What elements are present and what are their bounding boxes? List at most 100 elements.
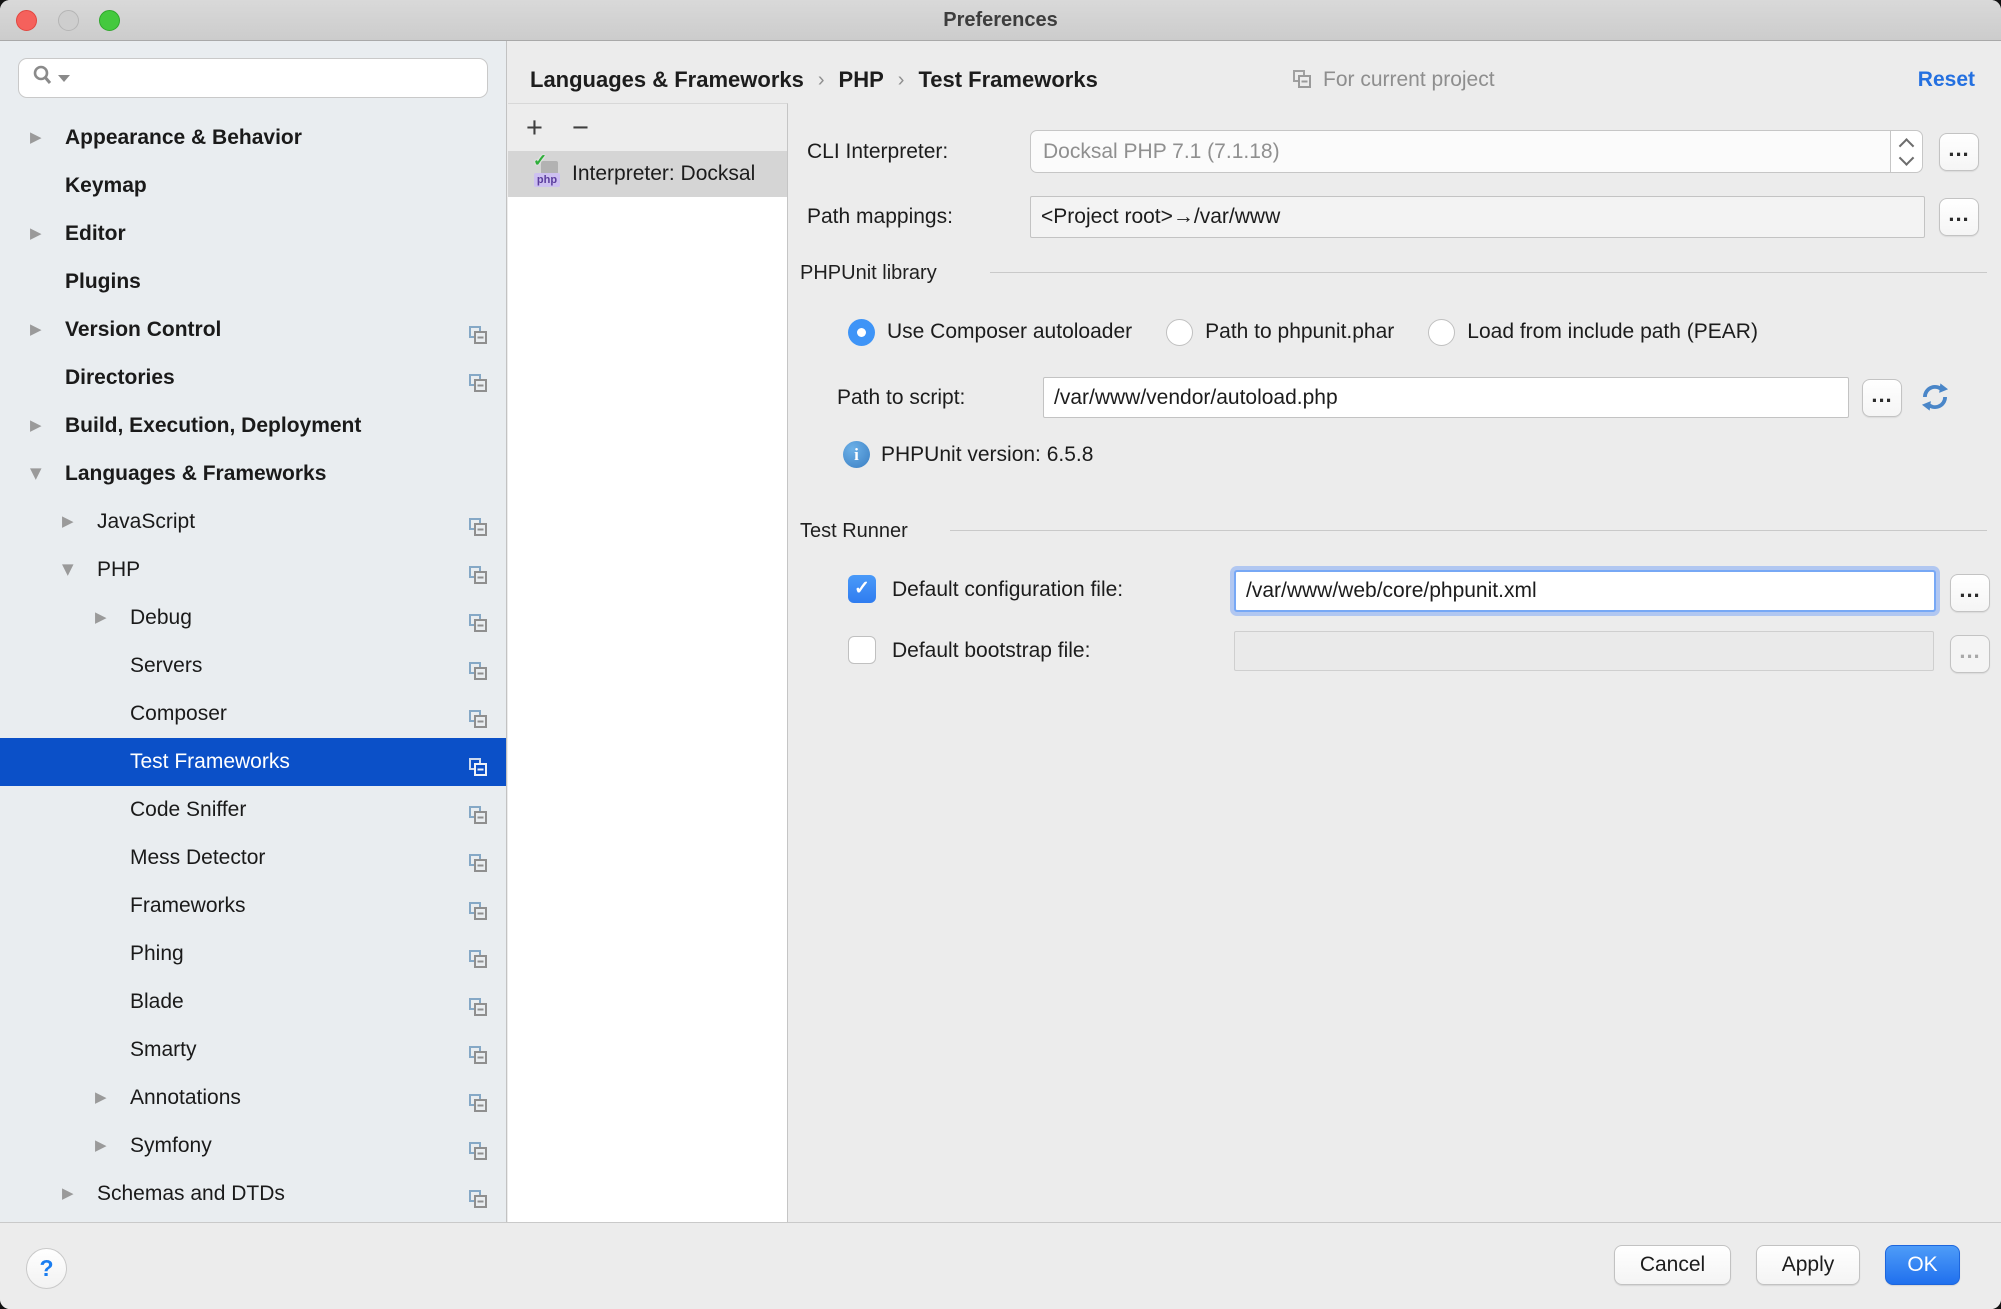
expand-chevron-icon[interactable]: ▶ [30,210,42,258]
help-button[interactable]: ? [26,1248,67,1289]
reset-link[interactable]: Reset [1918,58,1975,102]
sidebar-item-appearance-behavior[interactable]: ▶Appearance & Behavior [0,114,507,162]
expand-chevron-icon[interactable]: ▶ [95,1122,107,1170]
default-bootstrap-file-checkbox[interactable] [848,636,876,664]
expand-chevron-icon[interactable]: ▶ [95,1074,107,1122]
breadcrumb-item-test-frameworks[interactable]: Test Frameworks [918,67,1097,93]
sidebar-item-smarty[interactable]: Smarty [0,1026,507,1074]
radio-option-path-to-phpunit-phar[interactable]: Path to phpunit.phar [1166,319,1394,346]
sidebar-item-label: Debug [130,594,192,642]
scope-indicator: For current project [1290,58,1495,102]
breadcrumb-item-php[interactable]: PHP [839,67,884,93]
default-configuration-file-browse-button[interactable]: ... [1950,574,1990,612]
sidebar-item-label: Build, Execution, Deployment [65,402,361,450]
breadcrumb-separator: › [818,69,825,92]
sidebar-item-phing[interactable]: Phing [0,930,507,978]
search-filter-chevron-icon[interactable] [58,75,70,82]
php-interpreter-icon: ✓ php [534,159,562,189]
expand-chevron-icon[interactable]: ▶ [30,402,42,450]
radio-option-use-composer-autoloader[interactable]: Use Composer autoloader [848,319,1132,346]
remove-interpreter-button[interactable]: − [572,108,618,148]
sidebar-item-debug[interactable]: ▶ Debug [0,594,507,642]
search-icon [31,64,55,93]
expand-chevron-icon[interactable]: ▶ [62,1170,74,1218]
sidebar-item-frameworks[interactable]: Frameworks [0,882,507,930]
sidebar-item-php[interactable]: ▼ PHP [0,546,507,594]
window-title: Preferences [0,0,2001,40]
cli-interpreter-label: CLI Interpreter: [807,130,948,173]
phpunit-version-text: PHPUnit version: 6.5.8 [881,441,1093,469]
expand-chevron-icon[interactable]: ▶ [30,306,42,354]
collapse-chevron-icon[interactable]: ▼ [30,450,42,498]
collapse-chevron-icon[interactable]: ▼ [62,546,74,594]
sidebar-item-code-sniffer[interactable]: Code Sniffer [0,786,507,834]
copy-settings-icon [466,990,490,1014]
sidebar-item-test-frameworks[interactable]: Test Frameworks [0,738,507,786]
sidebar-item-servers[interactable]: Servers [0,642,507,690]
add-interpreter-button[interactable]: + [526,108,572,148]
sidebar-item-composer[interactable]: Composer [0,690,507,738]
sidebar-item-label: Mess Detector [130,834,265,882]
preferences-window: Preferences ▶Appearance & BehaviorKeymap… [0,0,2001,1309]
copy-settings-icon [466,1182,490,1206]
breadcrumb-separator: › [898,69,905,92]
sidebar-item-directories[interactable]: Directories [0,354,507,402]
sidebar-item-editor[interactable]: ▶ Editor [0,210,507,258]
radio-unselected-icon[interactable] [1166,319,1193,346]
expand-chevron-icon[interactable]: ▶ [30,114,42,162]
cli-interpreter-browse-button[interactable]: ... [1939,133,1979,171]
sidebar-item-keymap[interactable]: Keymap [0,162,507,210]
title-bar: Preferences [0,0,2001,41]
phpunit-library-radio-group: Use Composer autoloader Path to phpunit.p… [848,318,1758,346]
default-configuration-file-label: Default configuration file: [892,568,1123,612]
radio-option-load-from-include-path-pear[interactable]: Load from include path (PEAR) [1428,319,1758,346]
sidebar-item-label: Phing [130,930,184,978]
sidebar-item-symfony[interactable]: ▶Symfony [0,1122,507,1170]
default-configuration-file-checkbox[interactable]: ✓ [848,575,876,603]
default-configuration-file-field[interactable]: /var/www/web/core/phpunit.xml [1234,570,1936,612]
sidebar-item-label: Schemas and DTDs [97,1170,285,1218]
search-input[interactable] [18,58,488,98]
cancel-button[interactable]: Cancel [1614,1245,1731,1285]
breadcrumb-item-languages-frameworks[interactable]: Languages & Frameworks [530,67,804,93]
expand-chevron-icon[interactable]: ▶ [62,498,74,546]
sidebar-item-version-control[interactable]: ▶Version Control [0,306,507,354]
path-mappings-browse-button[interactable]: ... [1939,198,1979,236]
ok-button[interactable]: OK [1885,1245,1960,1285]
apply-button[interactable]: Apply [1756,1245,1860,1285]
copy-settings-icon [466,558,490,582]
expand-chevron-icon[interactable]: ▶ [95,594,107,642]
cli-interpreter-select[interactable]: Docksal PHP 7.1 (7.1.18) [1030,130,1923,173]
default-bootstrap-file-label: Default bootstrap file: [892,629,1090,673]
radio-selected-icon[interactable] [848,319,875,346]
copy-settings-icon [466,366,490,390]
interpreter-list-item[interactable]: ✓ php Interpreter: Docksal [508,151,787,197]
copy-settings-icon [466,1038,490,1062]
path-mappings-field[interactable]: <Project root>→/var/www [1030,196,1925,238]
reload-phpunit-version-icon[interactable] [1916,378,1954,421]
sidebar-item-label: Editor [65,210,126,258]
sidebar-item-label: Smarty [130,1026,197,1074]
sidebar-item-languages-frameworks[interactable]: ▼Languages & Frameworks [0,450,507,498]
sidebar-item-mess-detector[interactable]: Mess Detector [0,834,507,882]
cli-interpreter-stepper[interactable] [1890,131,1922,172]
sidebar-item-label: Plugins [65,258,141,306]
default-bootstrap-file-field[interactable] [1234,631,1934,671]
copy-settings-icon [466,750,490,774]
path-mappings-label: Path mappings: [807,196,953,238]
copy-settings-icon [466,510,490,534]
sidebar-item-label: PHP [97,546,140,594]
sidebar-item-schemas-and-dtds[interactable]: ▶ Schemas and DTDs [0,1170,507,1218]
radio-unselected-icon[interactable] [1428,319,1455,346]
path-to-script-browse-button[interactable]: ... [1862,379,1902,417]
path-to-script-field[interactable]: /var/www/vendor/autoload.php [1043,377,1849,418]
settings-sidebar: ▶Appearance & BehaviorKeymap▶EditorPlugi… [0,41,507,1222]
sidebar-item-blade[interactable]: Blade [0,978,507,1026]
sidebar-item-annotations[interactable]: ▶Annotations [0,1074,507,1122]
radio-option-label: Load from include path (PEAR) [1467,320,1758,344]
sidebar-item-plugins[interactable]: Plugins [0,258,507,306]
default-bootstrap-file-browse-button[interactable]: ... [1950,635,1990,673]
interpreters-toolbar: + − [508,104,787,151]
sidebar-item-javascript[interactable]: ▶JavaScript [0,498,507,546]
sidebar-item-build-execution-deployment[interactable]: ▶ Build, Execution, Deployment [0,402,507,450]
